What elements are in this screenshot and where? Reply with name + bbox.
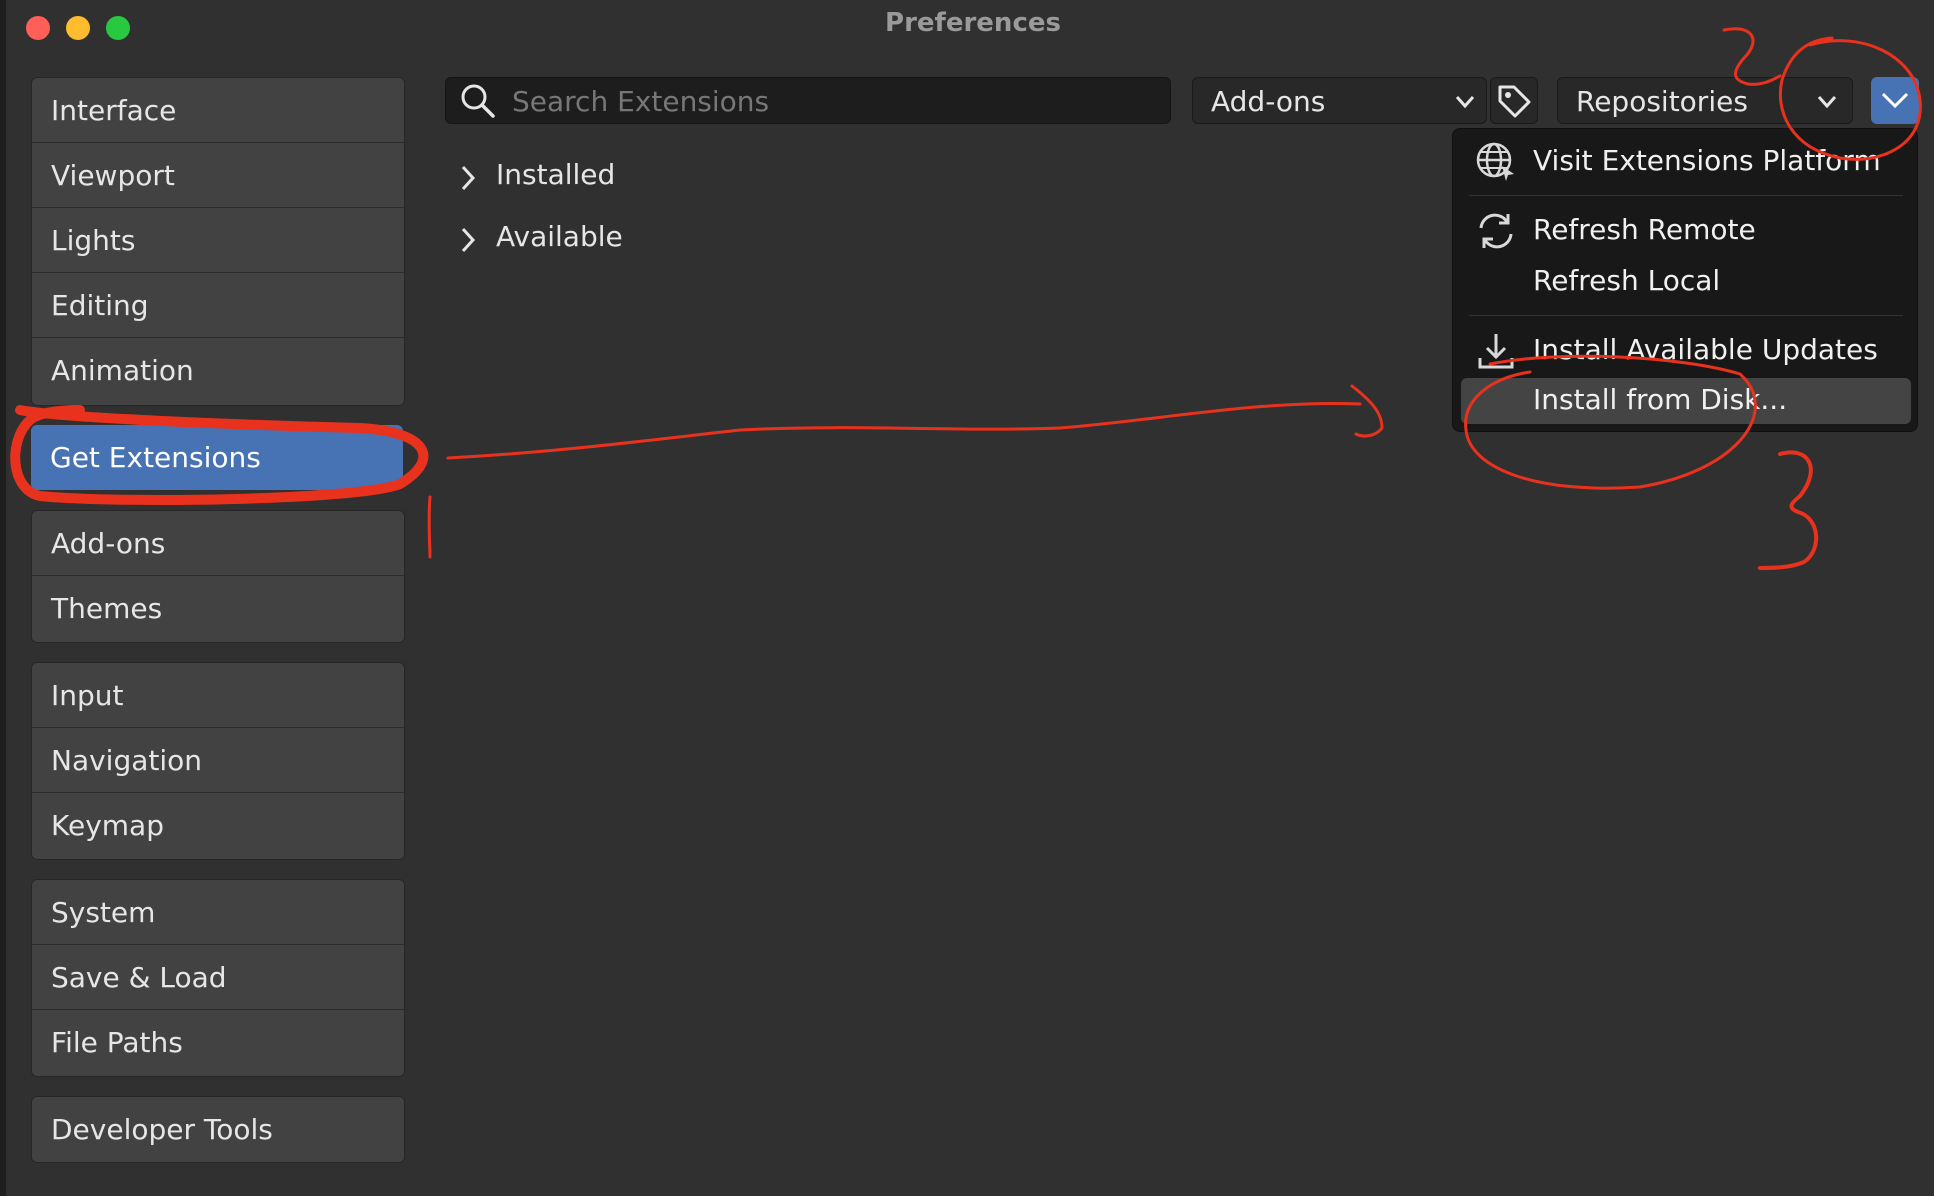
menu-item-label: Visit Extensions Platform [1533,144,1881,177]
sidebar-item-viewport[interactable]: Viewport [32,143,404,208]
sidebar-item-file-paths[interactable]: File Paths [32,1010,404,1075]
menu-separator [1469,195,1903,196]
installed-section-label: Installed [496,158,616,191]
search-extensions-field[interactable]: Search Extensions [445,77,1171,124]
extensions-dropdown-menu: Visit Extensions Platform Refresh Remote… [1452,128,1918,432]
chevron-right-icon [461,227,476,253]
sidebar-item-system[interactable]: System [32,880,404,945]
chevron-down-icon [1881,92,1909,109]
sidebar-group-general: Interface Viewport Lights Editing Animat… [31,77,405,406]
refresh-icon [1479,213,1513,249]
sidebar-item-interface[interactable]: Interface [32,78,404,143]
sidebar-item-editing[interactable]: Editing [32,273,404,338]
window-title: Preferences [885,8,1061,38]
menu-item-install-from-disk[interactable]: Install from Disk... [1461,378,1911,424]
sidebar-group-extensions: Get Extensions [31,425,403,490]
sidebar-group-input: Input Navigation Keymap [31,662,405,860]
available-section-label: Available [496,220,623,253]
sidebar-item-animation[interactable]: Animation [32,338,404,403]
menu-item-label: Refresh Remote [1533,213,1756,246]
menu-separator [1469,315,1903,316]
sidebar-item-get-extensions[interactable]: Get Extensions [31,425,403,490]
type-filter-value: Add-ons [1211,85,1326,118]
title-bar: Preferences [6,0,1934,54]
sidebar-item-lights[interactable]: Lights [32,208,404,273]
chevron-right-icon [461,165,476,191]
search-placeholder: Search Extensions [512,85,770,118]
sidebar-item-add-ons[interactable]: Add-ons [32,511,404,576]
chevron-down-icon [1817,96,1837,109]
sidebar-item-input[interactable]: Input [32,663,404,728]
menu-item-visit-extensions-platform[interactable]: Visit Extensions Platform [1453,139,1919,185]
preferences-window: Preferences Interface Viewport Lights Ed… [0,0,1934,1196]
menu-item-label: Install from Disk... [1533,383,1788,416]
menu-item-label: Install Available Updates [1533,333,1878,366]
chevron-down-icon [1455,96,1475,109]
sidebar-group-system: System Save & Load File Paths [31,879,405,1077]
search-icon [461,84,495,118]
sidebar-item-save-load[interactable]: Save & Load [32,945,404,1010]
sidebar-item-themes[interactable]: Themes [32,576,404,641]
globe-icon [1476,142,1514,181]
extensions-menu-button[interactable] [1871,77,1919,124]
menu-item-install-available-updates[interactable]: Install Available Updates [1453,328,1919,374]
sidebar-group-developer: Developer Tools [31,1096,405,1163]
menu-item-refresh-remote[interactable]: Refresh Remote [1453,208,1919,254]
menu-item-refresh-local[interactable]: Refresh Local [1453,259,1919,305]
menu-item-label: Refresh Local [1533,264,1721,297]
repositories-value: Repositories [1576,85,1748,118]
download-icon [1478,334,1514,369]
type-filter-dropdown[interactable]: Add-ons [1192,77,1487,124]
sidebar-item-navigation[interactable]: Navigation [32,728,404,793]
tag-icon [1498,85,1531,118]
repositories-dropdown[interactable]: Repositories [1557,77,1853,124]
sidebar-group-addons: Add-ons Themes [31,510,405,643]
sidebar-item-developer-tools[interactable]: Developer Tools [32,1097,404,1162]
sidebar-item-keymap[interactable]: Keymap [32,793,404,858]
tag-filter-button[interactable] [1490,77,1538,124]
